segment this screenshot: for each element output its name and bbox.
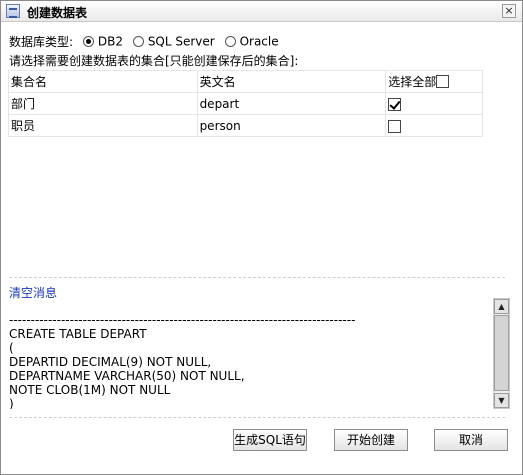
create-table-dialog: 创建数据表 × 数据库类型: DB2 SQL Server Oracle 请选择… — [0, 0, 523, 475]
cell-collection-name: 部门 — [8, 92, 198, 115]
log-line: ( — [9, 341, 14, 355]
clear-messages-link[interactable]: 清空消息 — [9, 284, 57, 301]
cell-select — [385, 92, 483, 115]
start-create-button[interactable]: 开始创建 — [334, 429, 408, 451]
log-separator: ----------------------------------------… — [9, 313, 356, 327]
database-type-row: 数据库类型: DB2 SQL Server Oracle — [9, 33, 279, 50]
table-row: 职员 person — [8, 114, 483, 137]
cancel-button[interactable]: 取消 — [434, 429, 508, 451]
log-line: NOTE CLOB(1M) NOT NULL — [9, 383, 171, 397]
collection-table: 集合名 英文名 选择全部 部门 depart 职员 person — [8, 70, 483, 137]
divider-top — [9, 277, 505, 278]
select-all-checkbox[interactable] — [436, 75, 450, 88]
window-title: 创建数据表 — [27, 6, 88, 20]
collection-hint: 请选择需要创建数据表的集合[只能创建保存后的集合]: — [9, 54, 299, 68]
generate-sql-button[interactable]: 生成SQL语句 — [233, 429, 307, 451]
divider-bottom — [9, 417, 505, 418]
table-icon — [6, 4, 20, 18]
row-checkbox-person[interactable] — [388, 119, 402, 133]
log-line: DEPARTNAME VARCHAR(50) NOT NULL, — [9, 369, 245, 383]
sql-server-radio[interactable] — [132, 36, 144, 47]
select-all-label: 选择全部 — [388, 75, 437, 89]
log-line: DEPARTID DECIMAL(9) NOT NULL, — [9, 355, 212, 369]
cell-select — [385, 114, 483, 137]
log-line: ) — [9, 397, 14, 409]
table-row: 部门 depart — [8, 92, 483, 115]
db2-radio[interactable] — [82, 36, 94, 47]
oracle-radio[interactable] — [224, 36, 236, 47]
column-header-english: 英文名 — [196, 70, 387, 93]
arrow-down-icon[interactable]: ▼ — [494, 393, 509, 408]
cell-english-name: person — [196, 114, 387, 137]
close-icon[interactable]: × — [502, 4, 516, 18]
scrollbar-thumb[interactable] — [494, 315, 509, 391]
title-bar[interactable]: 创建数据表 × — [1, 1, 522, 22]
table-header-row: 集合名 英文名 选择全部 — [8, 70, 483, 93]
db2-label[interactable]: DB2 — [98, 35, 123, 49]
column-header-select-all: 选择全部 — [385, 70, 483, 93]
database-type-label: 数据库类型: — [9, 35, 74, 49]
arrow-up-icon[interactable]: ▲ — [494, 299, 509, 314]
row-checkbox-depart[interactable] — [388, 97, 402, 111]
log-scrollbar[interactable]: ▲ ▼ — [493, 298, 510, 409]
oracle-label[interactable]: Oracle — [240, 35, 279, 49]
log-line: CREATE TABLE DEPART — [9, 327, 147, 341]
cell-english-name: depart — [196, 92, 387, 115]
sql-output: ----------------------------------------… — [9, 313, 489, 409]
column-header-name: 集合名 — [8, 70, 198, 93]
cell-collection-name: 职员 — [8, 114, 198, 137]
sql-server-label[interactable]: SQL Server — [148, 35, 215, 49]
